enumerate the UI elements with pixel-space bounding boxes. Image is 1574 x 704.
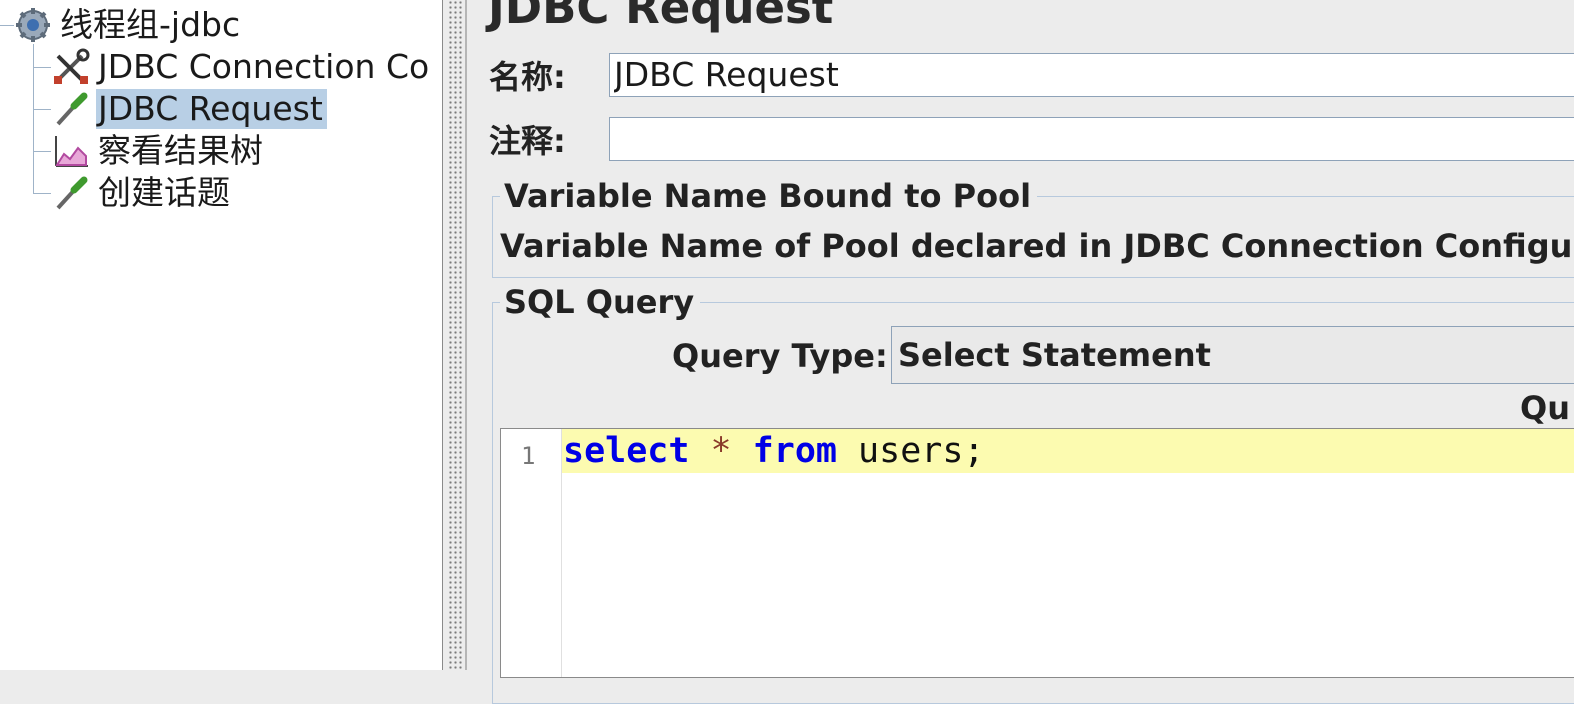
tree-connector xyxy=(0,25,14,26)
name-label: 名称: xyxy=(489,58,566,96)
comment-input[interactable] xyxy=(609,117,1574,161)
tree-item-label: JDBC Request xyxy=(96,89,327,129)
test-plan-tree[interactable]: 线程组-jdbc JDBC Connection Co JDBC Request… xyxy=(0,0,442,670)
sql-keyword-from: from xyxy=(752,431,837,471)
tree-item-jdbc-request[interactable]: JDBC Request xyxy=(52,89,327,129)
tree-connector xyxy=(33,67,51,68)
line-number: 1 xyxy=(521,442,536,470)
sql-query-editor[interactable]: 1 select * from users; xyxy=(500,428,1574,678)
tree-item-create-topic[interactable]: 创建话题 xyxy=(52,173,234,213)
tree-item-label: 察看结果树 xyxy=(98,131,263,170)
splitter-border xyxy=(442,0,443,670)
tree-item-thread-group[interactable]: 线程组-jdbc xyxy=(14,5,244,45)
tree-item-label: 线程组-jdbc xyxy=(60,5,241,44)
query-type-label: Query Type: xyxy=(672,337,888,375)
name-input[interactable] xyxy=(609,53,1574,97)
sql-keyword-select: select xyxy=(563,431,690,471)
tree-item-jdbc-connection[interactable]: JDBC Connection Co xyxy=(52,47,433,87)
tree-connector xyxy=(33,151,51,152)
pipette-icon xyxy=(56,176,88,210)
tree-item-label: JDBC Connection Co xyxy=(98,47,430,86)
query-label-partial: Qu xyxy=(1520,389,1570,427)
sql-table-name: users; xyxy=(858,431,985,471)
tree-connector xyxy=(33,193,51,194)
tree-connector xyxy=(33,109,51,110)
pool-variable-description: Variable Name of Pool declared in JDBC C… xyxy=(500,227,1573,265)
sql-query-group-title: SQL Query xyxy=(500,282,701,322)
jdbc-request-panel: JDBC Request 名称: 注释: Variable Name Bound… xyxy=(467,0,1574,704)
pool-group-title: Variable Name Bound to Pool xyxy=(500,176,1038,216)
tools-icon xyxy=(54,48,90,84)
pipette-icon xyxy=(56,92,88,126)
split-pane-divider[interactable] xyxy=(448,0,462,670)
code-line: select * from users; xyxy=(563,429,984,473)
tree-item-label: 创建话题 xyxy=(98,173,230,212)
line-number-gutter: 1 xyxy=(501,429,562,677)
comment-label: 注释: xyxy=(489,122,566,160)
query-type-select[interactable]: Select Statement xyxy=(891,326,1574,384)
gear-icon xyxy=(16,8,50,42)
panel-title: JDBC Request xyxy=(488,0,834,34)
tree-item-view-results-tree[interactable]: 察看结果树 xyxy=(52,131,267,171)
graph-icon xyxy=(55,136,88,167)
sql-operator-asterisk: * xyxy=(710,431,732,471)
